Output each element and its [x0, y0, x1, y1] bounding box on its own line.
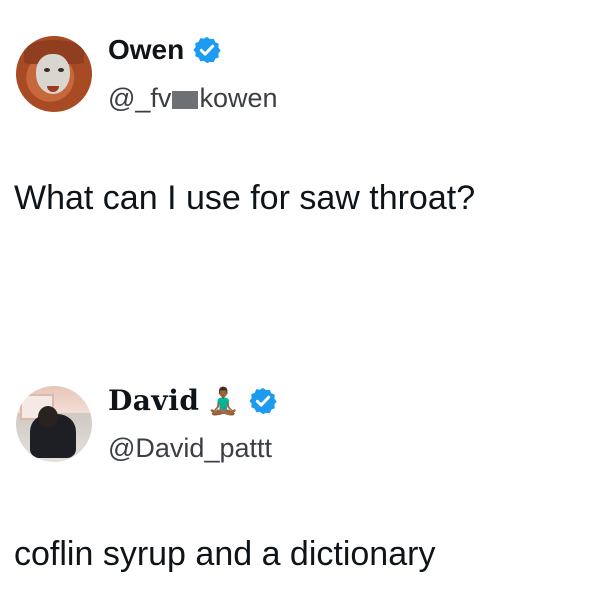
display-name[interactable]: David [108, 384, 199, 418]
name-row: Owen [108, 33, 222, 67]
avatar-eye [58, 68, 64, 72]
name-row: David 🧘🏾‍♂️ [108, 384, 278, 418]
avatar[interactable] [16, 386, 92, 462]
tweet-post: Owen @_fv kowen What can I use for saw th… [0, 0, 612, 300]
handle-suffix: kowen [199, 83, 278, 113]
username-handle[interactable]: @_fv kowen [108, 82, 277, 114]
redaction-block [172, 91, 199, 109]
meditation-emoji-icon: 🧘🏾‍♂️ [207, 386, 240, 416]
avatar-eye [44, 68, 50, 72]
tweet-text: coflin syrup and a dictionary [14, 535, 436, 573]
display-name[interactable]: Owen [108, 33, 184, 67]
verified-badge-icon [249, 387, 277, 415]
avatar-head [38, 406, 58, 428]
handle-prefix: @_fv [108, 83, 172, 113]
avatar[interactable] [16, 36, 92, 112]
verified-badge-icon [193, 36, 221, 64]
tweet-text: What can I use for saw throat? [14, 179, 476, 217]
username-handle[interactable]: @David_pattt [108, 432, 272, 464]
